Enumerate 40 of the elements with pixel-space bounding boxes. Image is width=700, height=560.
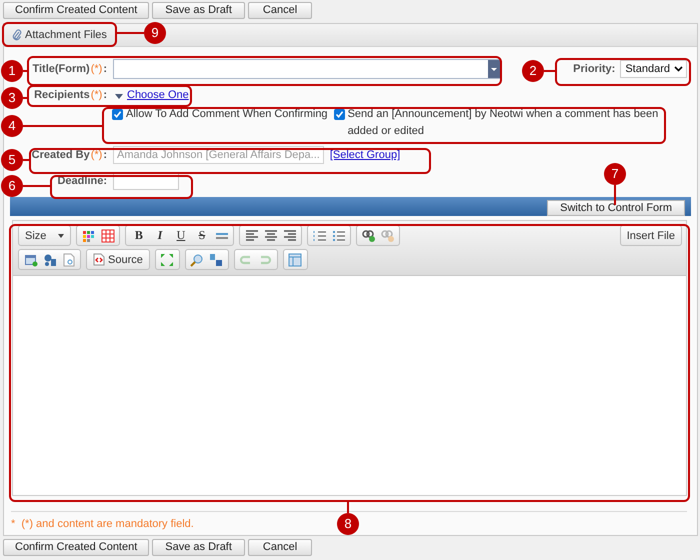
leader-line (614, 185, 616, 205)
checkbox-label: Send an [Announcement] by Neotwi when a comment has been added or edited (348, 107, 660, 139)
leader-line (544, 70, 556, 72)
priority-select[interactable]: Standard (620, 60, 687, 78)
leader-line (23, 97, 28, 99)
field-label: Created By(*): (32, 149, 107, 161)
checkbox[interactable] (334, 109, 345, 120)
field-label: Title(Form)(*): (32, 63, 107, 75)
checkbox-label: Allow To Add Comment When Confirming (126, 107, 328, 122)
leader-line (23, 185, 51, 187)
caret-icon (115, 94, 123, 98)
paperclip-icon (12, 29, 22, 41)
title-input[interactable] (113, 59, 501, 79)
choose-one-link[interactable]: Choose One (127, 89, 189, 101)
checkbox[interactable] (112, 109, 123, 120)
insert-file-button[interactable]: Insert File (620, 225, 682, 246)
format-button[interactable]: I (149, 226, 170, 245)
field-label: Deadline: (57, 175, 107, 187)
field-label: Recipients(*): (34, 89, 107, 101)
dropdown-icon (488, 60, 500, 78)
action-button[interactable]: Save as Draft (152, 2, 245, 19)
action-button[interactable]: Cancel (248, 539, 312, 556)
leader-line (23, 159, 30, 161)
switch-form-button[interactable]: Switch to Control Form (547, 200, 685, 216)
action-button[interactable]: Save as Draft (152, 539, 245, 556)
action-button[interactable]: Confirm Created Content (3, 2, 150, 19)
leader-line (347, 501, 349, 513)
format-button[interactable]: S (191, 226, 212, 245)
code-file-icon (93, 253, 105, 266)
field-label: Priority: (573, 63, 616, 75)
format-button[interactable]: U (170, 226, 192, 245)
attachment-files-tab[interactable]: Attachment Files (6, 25, 113, 45)
format-button[interactable]: B (128, 226, 150, 245)
select-group-link[interactable]: [Select Group] (330, 149, 400, 161)
chevron-down-icon (674, 66, 683, 72)
action-button[interactable]: Cancel (248, 2, 312, 19)
leader-line (116, 32, 144, 34)
leader-line (23, 70, 28, 72)
action-button[interactable]: Confirm Created Content (3, 539, 150, 556)
caret-icon (58, 234, 64, 238)
